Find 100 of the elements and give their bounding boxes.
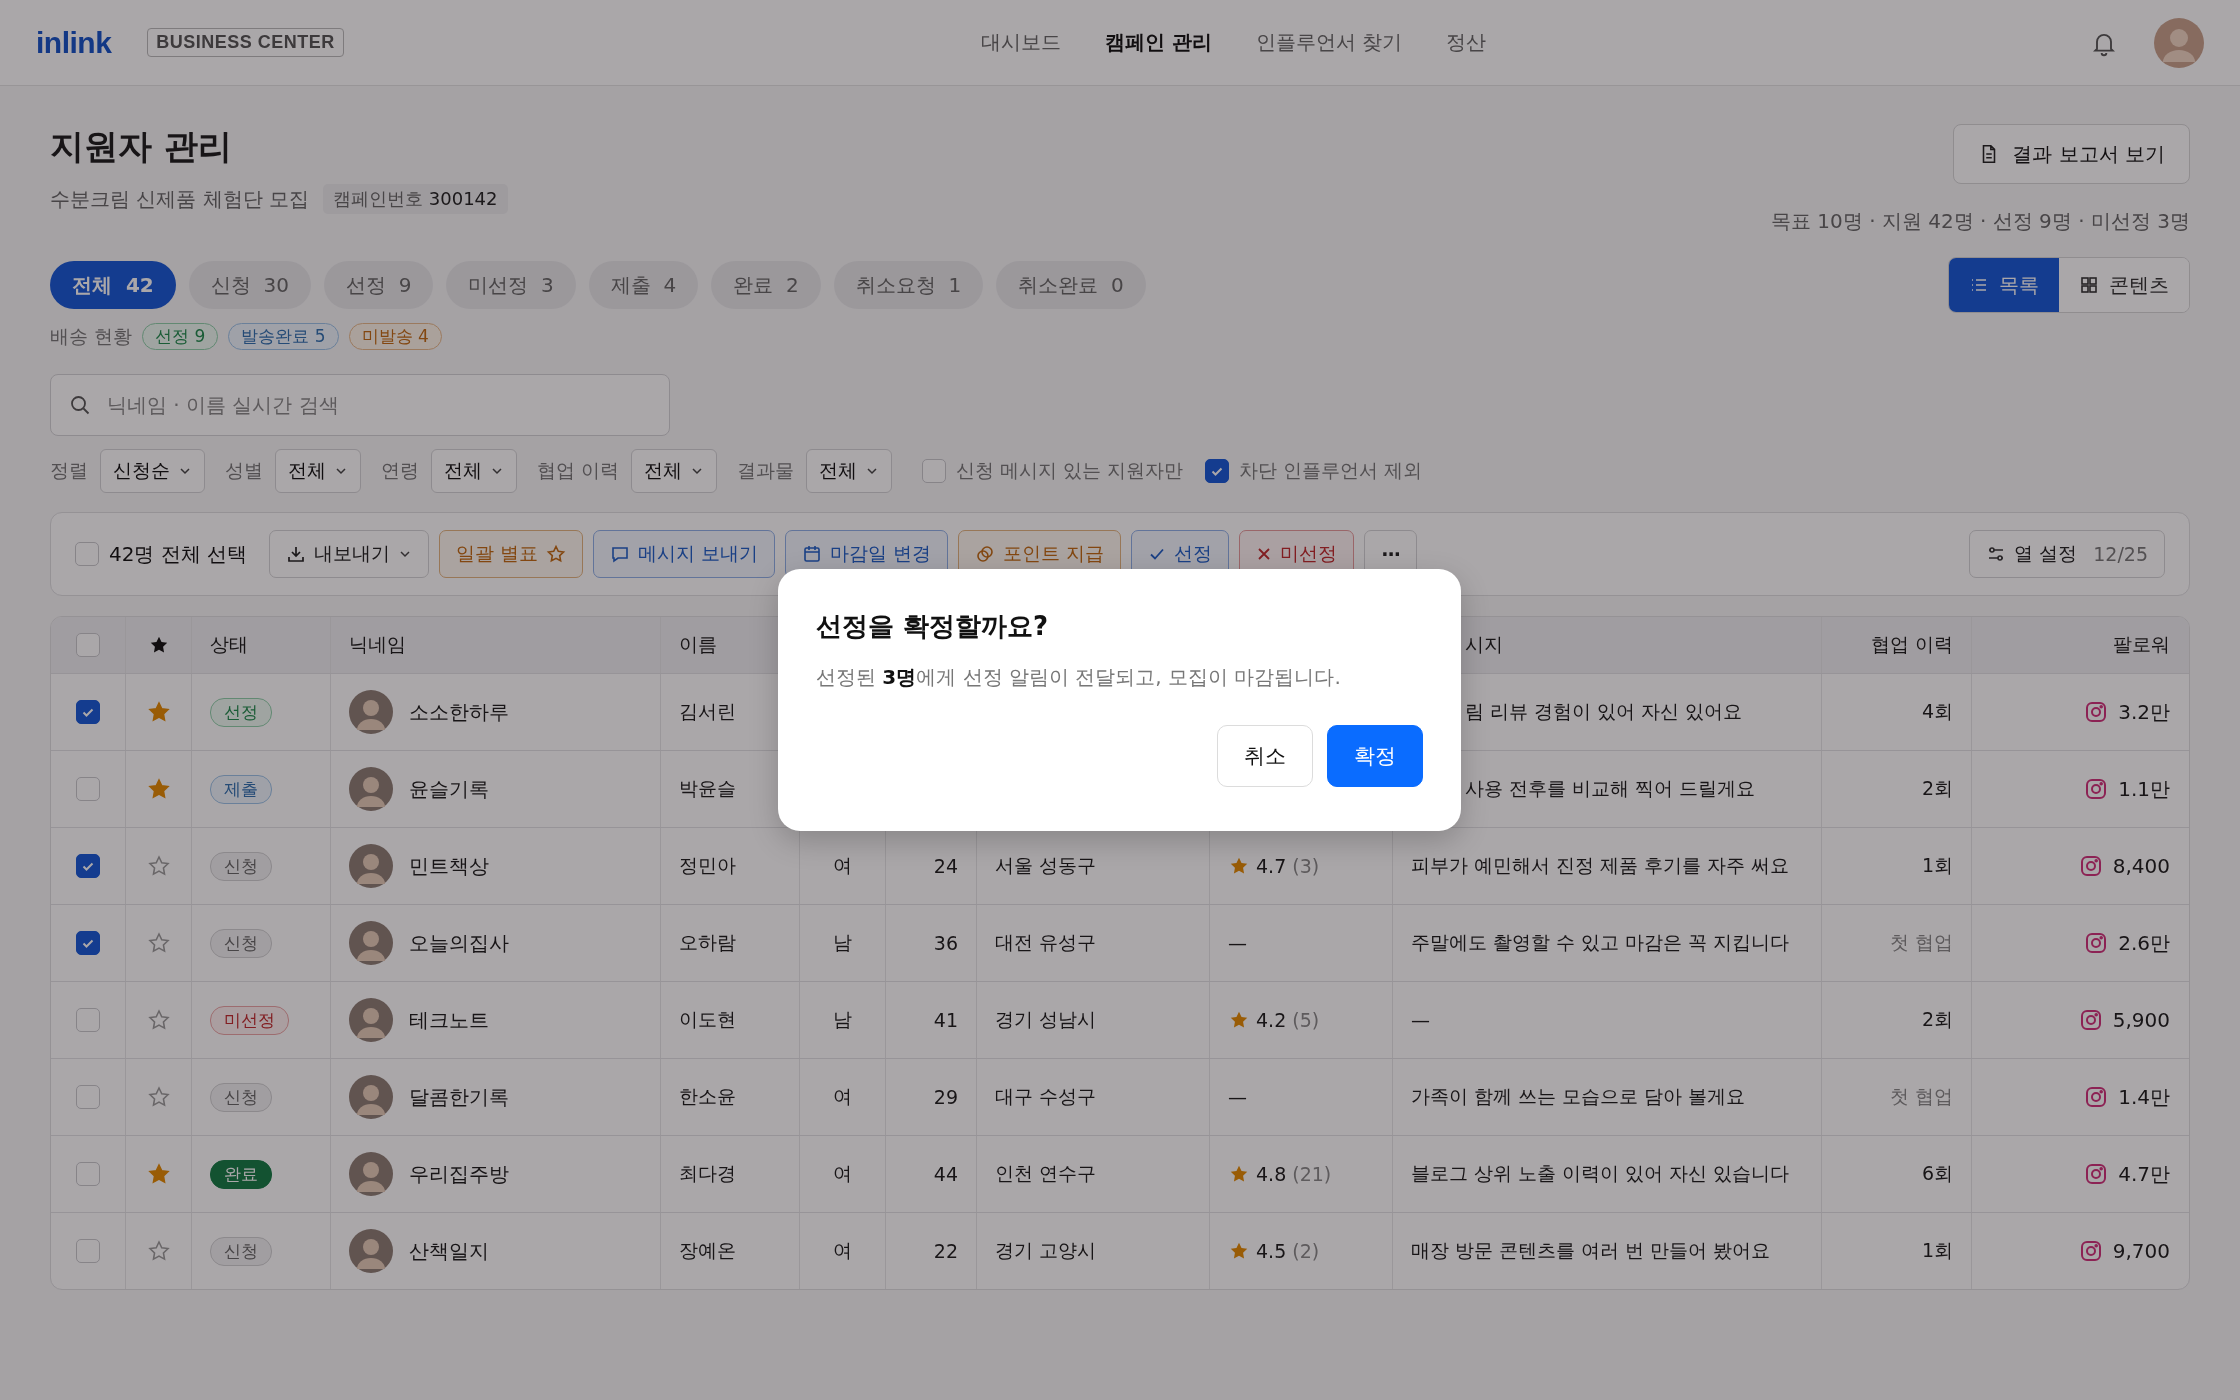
message-cell-text: 림 리뷰 경험이 있어 자신 있어요	[1464, 699, 1743, 724]
name-cell-text: 박윤슬	[679, 776, 736, 801]
report-button[interactable]: 결과 보고서 보기	[1953, 124, 2190, 184]
follower-count: 1.1만	[2118, 775, 2170, 803]
filter-dropdown[interactable]: 전체	[431, 449, 517, 493]
star-icon[interactable]	[146, 1008, 171, 1032]
status-badge: 제출	[210, 774, 272, 804]
summary-text: 목표 10명 · 지원 42명 · 선정 9명 · 미선정 3명	[1771, 208, 2190, 235]
row-checkbox[interactable]	[76, 931, 100, 955]
follower-count: 4.7만	[2118, 1160, 2170, 1188]
status-tab[interactable]: 미선정 3	[446, 261, 576, 309]
nickname[interactable]: 우리집주방	[409, 1160, 509, 1188]
star-icon[interactable]	[146, 1085, 171, 1109]
status-tab[interactable]: 전체 42	[50, 261, 176, 309]
gender-cell-text: 여	[833, 1161, 852, 1186]
nickname[interactable]: 테크노트	[409, 1006, 489, 1034]
header-checkbox[interactable]	[76, 633, 100, 657]
status-badge: 신청	[210, 1082, 272, 1112]
column-header[interactable]: 상태	[210, 632, 248, 658]
nav-link[interactable]: 인플루언서 찾기	[1255, 29, 1403, 56]
nav-link[interactable]: 대시보드	[981, 29, 1061, 56]
avatar	[349, 1229, 393, 1273]
nickname[interactable]: 달콤한기록	[409, 1083, 509, 1111]
select-all-checkbox[interactable]	[75, 542, 99, 566]
avatar	[349, 844, 393, 888]
filter-checkbox[interactable]	[1205, 459, 1230, 483]
collab-count: 2회	[1921, 1007, 1953, 1032]
star-icon[interactable]	[146, 854, 171, 878]
search-field[interactable]: 닉네임 · 이름 실시간 검색	[50, 374, 670, 436]
region-cell-text: 대전 유성구	[995, 930, 1097, 955]
nav-link[interactable]: 정산	[1446, 29, 1487, 56]
age-cell: 41	[933, 1009, 958, 1031]
status-tab[interactable]: 취소요청 1	[833, 261, 984, 309]
follower-count: 9,700	[2112, 1239, 2170, 1263]
nickname[interactable]: 오늘의집사	[409, 929, 509, 957]
follower-count: 3.2만	[2118, 698, 2170, 726]
rating-empty: —	[1228, 932, 1247, 954]
delivery-tag: 미발송 4	[348, 323, 442, 350]
select-all-label: 42명 전체 선택	[109, 540, 248, 568]
collab-count: 6회	[1921, 1161, 1953, 1186]
instagram-icon	[2078, 1008, 2103, 1032]
filter-dropdown[interactable]: 전체	[806, 449, 893, 493]
column-settings-button[interactable]: 열 설정 12/25	[1969, 530, 2165, 578]
close-icon	[1256, 546, 1273, 562]
instagram-icon	[2078, 854, 2103, 878]
download-icon	[286, 544, 307, 564]
nickname[interactable]: 산책일지	[409, 1237, 489, 1265]
nickname[interactable]: 윤슬기록	[409, 775, 489, 803]
status-badge: 신청	[210, 1236, 272, 1266]
star-icon[interactable]	[146, 777, 171, 801]
region-cell-text: 인천 연수구	[995, 1161, 1097, 1186]
status-tab[interactable]: 신청 30	[188, 261, 311, 309]
cancel-button[interactable]: 취소	[1217, 725, 1313, 787]
name-cell-text: 한소윤	[679, 1084, 736, 1109]
delivery-label: 배송 현황	[50, 323, 133, 349]
instagram-icon	[2084, 1085, 2109, 1109]
avatar	[349, 690, 393, 734]
logo[interactable]: inlink	[36, 25, 112, 60]
column-header[interactable]: 닉네임	[349, 632, 406, 658]
star-icon[interactable]	[146, 931, 171, 955]
rating-value: 4.7	[1256, 855, 1287, 877]
row-checkbox[interactable]	[76, 854, 100, 878]
age-cell: 44	[933, 1163, 958, 1185]
action-button[interactable]: 메시지 보내기	[593, 530, 776, 578]
campaign-number: 캠페인번호 300142	[323, 184, 508, 214]
filter-dropdown[interactable]: 전체	[631, 449, 718, 493]
row-checkbox[interactable]	[76, 700, 100, 724]
star-icon[interactable]	[146, 1162, 171, 1186]
collab-count: 첫 협업	[1889, 1084, 1953, 1109]
region-cell-text: 경기 고양시	[995, 1238, 1097, 1263]
star-icon[interactable]	[146, 1239, 171, 1263]
filter-checkbox-label: 신청 메시지 있는 지원자만	[956, 458, 1184, 483]
status-tab[interactable]: 선정 9	[323, 261, 434, 309]
nickname[interactable]: 소소한하루	[409, 698, 509, 726]
profile-avatar[interactable]	[2154, 17, 2204, 68]
gender-cell-text: 여	[833, 853, 852, 878]
nav-link[interactable]: 캠페인 관리	[1105, 29, 1212, 56]
confirm-button[interactable]: 확정	[1327, 725, 1423, 787]
nickname[interactable]: 민트책상	[409, 852, 489, 880]
age-cell: 29	[933, 1086, 958, 1108]
dialog-title: 선정을 확정할까요?	[816, 610, 1050, 643]
message-cell-text: 블로그 상위 노출 이력이 있어 자신 있습니다	[1411, 1161, 1790, 1186]
message-cell: —	[1411, 1009, 1430, 1031]
column-header[interactable]: 이름	[679, 632, 717, 658]
filter-dropdown[interactable]: 전체	[275, 449, 361, 493]
region-cell-text: 서울 성동구	[995, 853, 1097, 878]
list-view-button[interactable]: 목록	[1949, 258, 2059, 312]
status-badge: 신청	[210, 851, 272, 881]
star-icon[interactable]	[146, 700, 171, 724]
status-badge: 완료	[210, 1159, 272, 1189]
action-button[interactable]: 내보내기	[269, 530, 430, 578]
column-header[interactable]: 시지	[1465, 632, 1503, 658]
filter-dropdown[interactable]: 신청순	[100, 449, 205, 493]
filter-label: 연령	[381, 458, 419, 483]
column-header[interactable]: 팔로워	[2113, 632, 2170, 658]
instagram-icon	[2084, 1162, 2109, 1186]
page-title: 지원자 관리	[50, 125, 233, 168]
follower-count: 5,900	[2112, 1008, 2170, 1032]
name-cell-text: 이도현	[679, 1007, 736, 1032]
column-header[interactable]: 협업 이력	[1870, 632, 1953, 658]
